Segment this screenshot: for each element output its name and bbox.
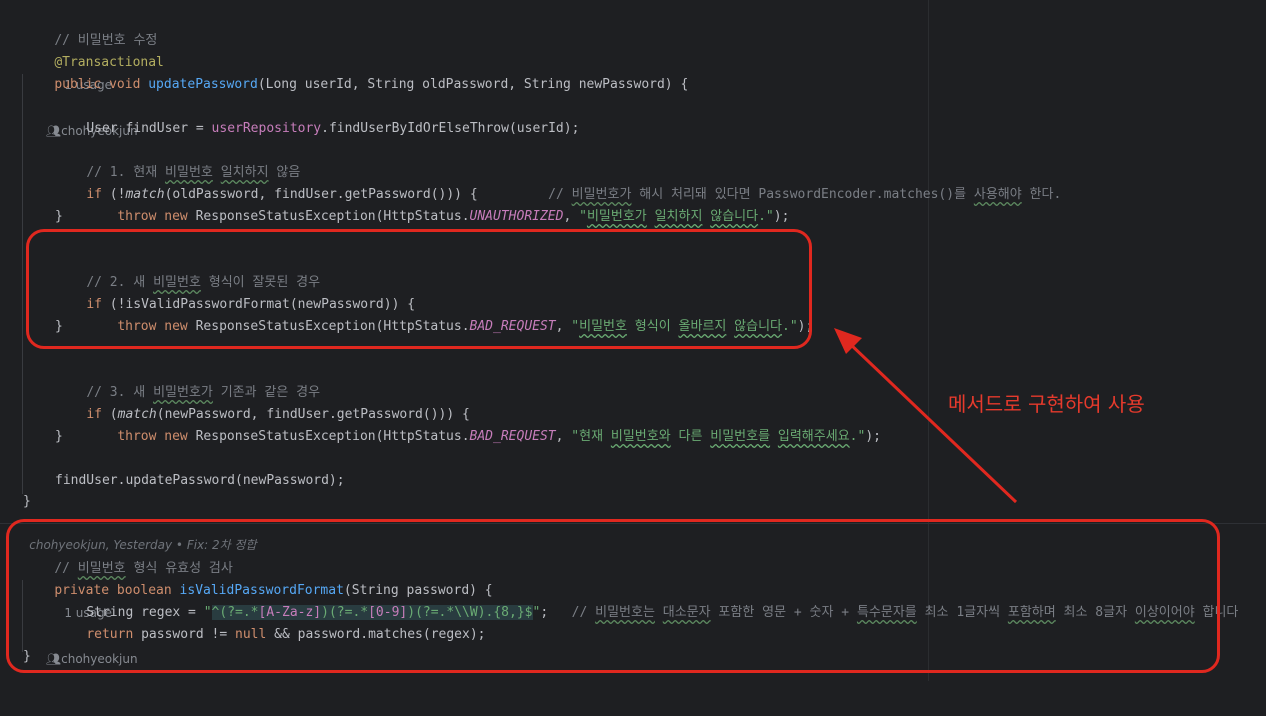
- callout-text: 메서드로 구현하여 사용: [948, 392, 1145, 416]
- callout-arrow: [834, 328, 1018, 504]
